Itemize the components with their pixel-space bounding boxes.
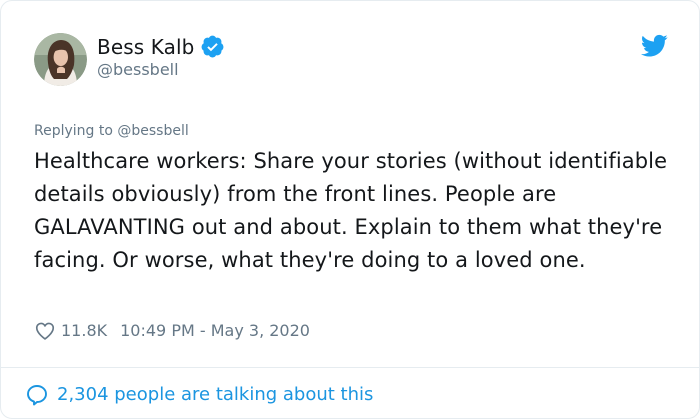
author-name-link[interactable]: Bess Kalb: [97, 34, 225, 59]
reply-handle-link[interactable]: @bessbell: [117, 123, 188, 139]
talking-about-link[interactable]: 2,304 people are talking about this: [25, 382, 373, 408]
footer-divider: [1, 367, 699, 368]
like-button[interactable]: 11.8K: [34, 319, 107, 343]
tweet-meta: 11.8K 10:49 PM - May 3, 2020: [34, 319, 310, 343]
like-count: 11.8K: [61, 321, 108, 340]
speech-bubble-icon: [25, 383, 49, 407]
talking-about-text: 2,304 people are talking about this: [57, 384, 374, 405]
replying-to: Replying to @bessbell: [34, 122, 189, 140]
tweet-text: Healthcare workers: Share your stories (…: [34, 149, 668, 272]
tweet-card: Bess Kalb @bessbell Replying to @bessbel…: [0, 0, 700, 419]
author-display-name: Bess Kalb: [97, 34, 195, 59]
avatar-photo-icon: [34, 33, 87, 86]
replying-to-prefix: Replying to: [34, 123, 113, 139]
twitter-bird-icon[interactable]: [640, 34, 668, 58]
timestamp-link[interactable]: 10:49 PM - May 3, 2020: [120, 319, 310, 343]
verified-badge-icon: [200, 34, 225, 59]
avatar[interactable]: [34, 33, 87, 86]
author-handle[interactable]: @bessbell: [97, 60, 179, 80]
heart-outline-icon: [34, 320, 56, 342]
